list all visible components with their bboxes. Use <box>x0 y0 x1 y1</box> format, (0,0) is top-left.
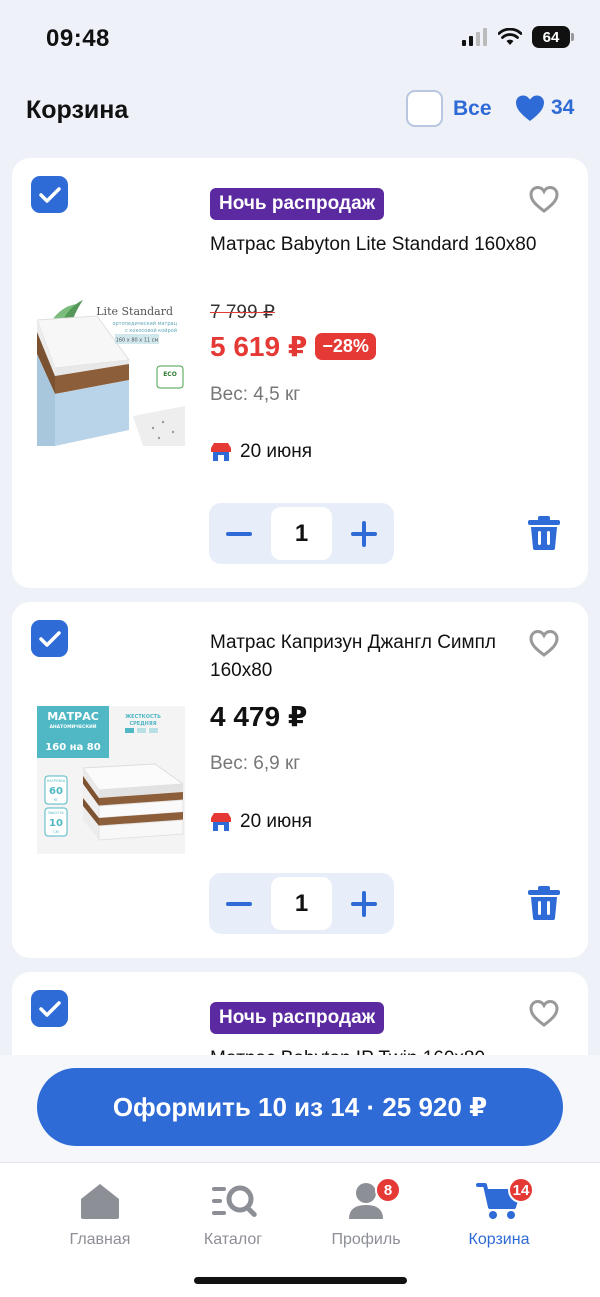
trash-icon[interactable] <box>527 515 561 551</box>
heart-filled-icon <box>516 95 544 121</box>
checkout-button[interactable]: Оформить 10 из 14 · 25 920 ₽ <box>37 1068 563 1146</box>
product-image[interactable]: МАТРАС АНАТОМИЧЕСКИЙ 160 на 80 ЖЕСТКОСТЬ… <box>37 706 185 854</box>
delivery-date-text: 20 июня <box>240 811 313 832</box>
price-row: 4 479 ₽ <box>210 700 307 733</box>
cart-item: Lite Standard ортопедический матрац с ко… <box>12 158 588 588</box>
promo-badge: Ночь распродаж <box>210 1002 385 1034</box>
tab-catalog[interactable]: Каталог <box>178 1181 288 1249</box>
image-line1-text: ортопедический матрац <box>112 320 177 327</box>
tab-label: Главная <box>69 1231 131 1248</box>
profile-notification-badge: 8 <box>375 1177 401 1203</box>
quantity-stepper: 1 <box>209 873 394 934</box>
favorite-heart-icon[interactable] <box>528 998 560 1028</box>
home-indicator <box>194 1277 407 1284</box>
item-checkbox[interactable] <box>31 990 68 1027</box>
image-brand-text: Lite Standard <box>96 305 173 318</box>
checkmark-icon <box>38 1000 61 1017</box>
promo-badge: Ночь распродаж <box>210 188 385 220</box>
image-line2-text: с кокосовой койрой <box>125 327 177 334</box>
catalog-search-icon <box>212 1185 257 1218</box>
checkmark-icon <box>38 630 61 647</box>
item-checkbox[interactable] <box>31 176 68 213</box>
page-title: Корзина <box>26 96 129 124</box>
select-all-checkbox[interactable] <box>406 90 443 127</box>
increase-quantity-button[interactable] <box>334 873 394 934</box>
product-weight: Вес: 4,5 кг <box>210 384 301 405</box>
favorites-button[interactable]: 34 <box>515 94 574 122</box>
plus-icon <box>351 520 377 547</box>
trash-icon[interactable] <box>527 885 561 921</box>
item-checkbox[interactable] <box>31 620 68 657</box>
status-bar: 09:48 64 <box>0 0 600 75</box>
quantity-value[interactable]: 1 <box>271 877 332 930</box>
product-name[interactable]: Матрас Капризун Джангл Симпл 160x80 <box>210 629 540 685</box>
image-size-text: 160 на 80 <box>45 742 100 753</box>
quantity-stepper: 1 <box>209 503 394 564</box>
decrease-quantity-button[interactable] <box>209 503 269 564</box>
home-icon <box>81 1184 119 1219</box>
tab-profile[interactable]: 8 Профиль <box>311 1177 421 1249</box>
battery-icon: 64 <box>532 26 574 48</box>
status-time: 09:48 <box>46 25 110 52</box>
tab-home[interactable]: Главная <box>45 1181 155 1249</box>
store-icon <box>211 443 231 461</box>
favorites-count: 34 <box>551 96 575 119</box>
product-weight: Вес: 6,9 кг <box>210 753 301 774</box>
image-size-text: 160 х 80 х 11 см <box>116 338 159 344</box>
wifi-icon <box>498 28 522 45</box>
price-row: 5 619 ₽ −28% <box>210 330 376 363</box>
increase-quantity-button[interactable] <box>334 503 394 564</box>
delivery-date-text: 20 июня <box>240 441 313 462</box>
cart-count-badge: 14 <box>508 1177 534 1203</box>
cellular-signal-icon <box>462 28 487 46</box>
minus-icon <box>226 901 252 906</box>
tab-label: Каталог <box>203 1231 263 1248</box>
product-name[interactable]: Матрас Babyton Lite Standard 160x80 <box>210 231 540 259</box>
discount-badge: −28% <box>315 333 376 360</box>
cart-header: Корзина Все 34 <box>0 88 600 132</box>
image-height-unit: СМ <box>53 830 58 834</box>
quantity-value[interactable]: 1 <box>271 507 332 560</box>
minus-icon <box>226 531 252 536</box>
tab-label: Профиль <box>331 1231 401 1248</box>
product-image[interactable]: Lite Standard ортопедический матрац с ко… <box>37 298 185 446</box>
old-price: 7 799 ₽ <box>210 302 275 323</box>
delivery-date: 20 июня <box>210 441 312 463</box>
image-load-value: 60 <box>49 786 63 797</box>
status-icons: 64 <box>462 26 574 48</box>
plus-icon <box>351 890 377 917</box>
cart-item: МАТРАС АНАТОМИЧЕСКИЙ 160 на 80 ЖЕСТКОСТЬ… <box>12 602 588 958</box>
image-stiffness-value: СРЕДНЯЯ <box>129 721 156 727</box>
store-icon <box>211 813 231 831</box>
decrease-quantity-button[interactable] <box>209 873 269 934</box>
delivery-date: 20 июня <box>210 811 312 833</box>
image-load-label: НАГРУЗКА <box>47 779 66 783</box>
tab-cart[interactable]: 14 Корзина <box>444 1177 554 1249</box>
price: 4 479 ₽ <box>210 701 308 732</box>
image-title-text: МАТРАС <box>47 710 99 723</box>
checkmark-icon <box>38 186 61 203</box>
image-stiffness-label: ЖЕСТКОСТЬ <box>125 714 161 720</box>
image-height-label: ВЫСОТА <box>48 811 64 815</box>
checkout-bar: Оформить 10 из 14 · 25 920 ₽ <box>0 1055 600 1163</box>
favorite-heart-icon[interactable] <box>528 184 560 214</box>
sale-price: 5 619 ₽ <box>210 331 308 362</box>
tab-label: Корзина <box>468 1231 530 1248</box>
image-eco-text: ECO <box>163 371 177 378</box>
image-load-unit: КГ <box>54 798 59 802</box>
select-all-label[interactable]: Все <box>453 97 492 121</box>
image-height-value: 10 <box>49 818 63 829</box>
